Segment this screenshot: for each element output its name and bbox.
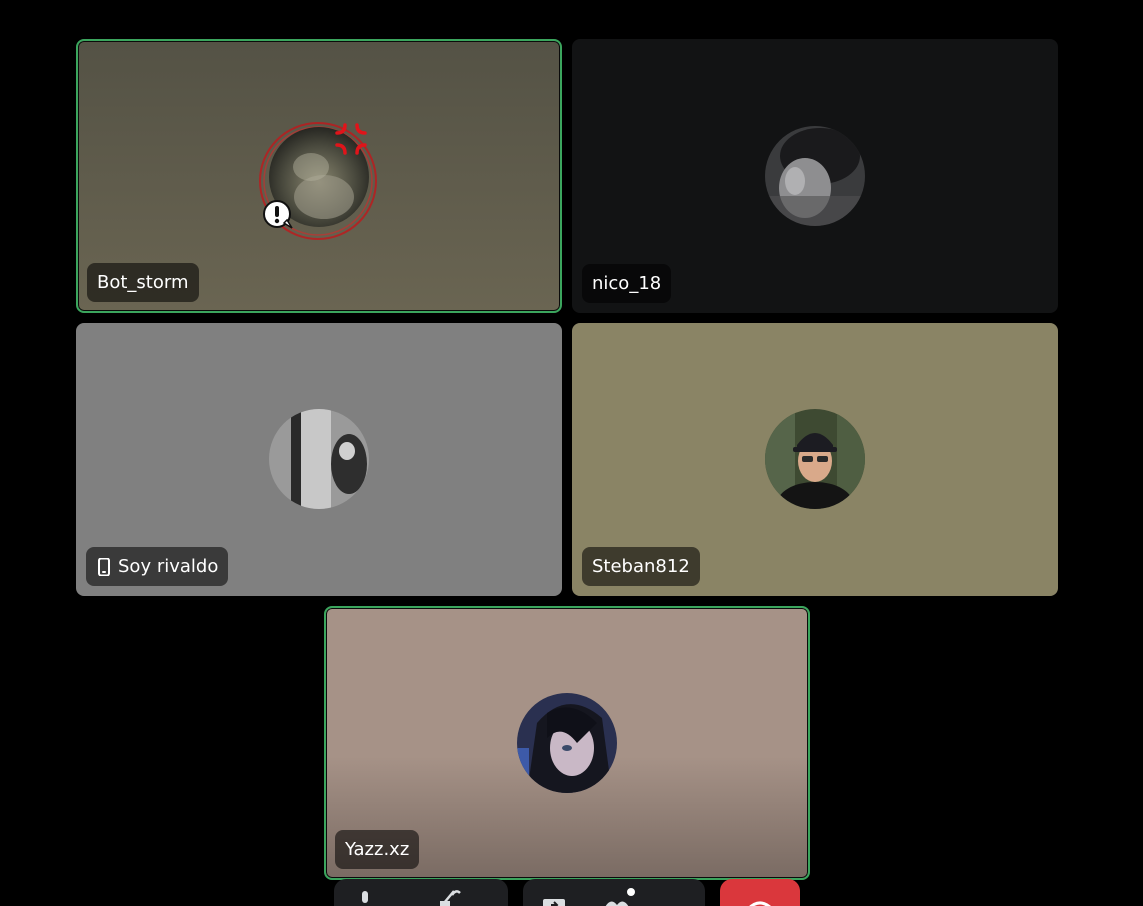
participant-name-tag: Soy rivaldo <box>86 547 229 586</box>
exclamation-bubble-icon <box>263 200 293 229</box>
participant-name: nico_18 <box>592 273 662 294</box>
participant-tile-nico-18[interactable]: nico_18 <box>572 39 1058 313</box>
participant-name-tag: Yazz.xz <box>335 830 420 869</box>
participant-name: Steban812 <box>592 556 690 577</box>
participant-name-tag: Steban812 <box>582 547 700 586</box>
mobile-phone-icon <box>98 557 110 576</box>
hang-up-button[interactable] <box>720 879 800 906</box>
participant-name: Yazz.xz <box>345 839 410 860</box>
audio-controls-group <box>334 879 508 906</box>
activity-controls-group <box>523 879 705 906</box>
anger-icon <box>335 123 367 155</box>
microphone-icon[interactable] <box>358 891 372 906</box>
participant-name: Bot_storm <box>97 272 189 293</box>
participant-tile-steban812[interactable]: Steban812 <box>572 323 1058 596</box>
mute-icon[interactable] <box>438 885 464 906</box>
participant-name: Soy rivaldo <box>118 556 219 577</box>
avatar <box>765 409 865 509</box>
participant-tile-soy-rivaldo[interactable]: Soy rivaldo <box>76 323 562 596</box>
avatar <box>517 693 617 793</box>
hang-up-icon <box>749 901 771 906</box>
participant-name-tag: nico_18 <box>582 264 672 303</box>
activity-icon[interactable] <box>601 887 635 906</box>
share-screen-icon[interactable] <box>543 899 565 906</box>
participant-name-tag: Bot_storm <box>87 263 199 302</box>
participant-tile-yazz-xz[interactable]: Yazz.xz <box>324 606 810 880</box>
participant-tile-bot-storm[interactable]: Bot_storm <box>76 39 562 313</box>
avatar <box>765 126 865 226</box>
call-stage: Bot_storm nico_18 Soy rivaldo Steban812 … <box>0 0 1143 906</box>
avatar <box>269 409 369 509</box>
